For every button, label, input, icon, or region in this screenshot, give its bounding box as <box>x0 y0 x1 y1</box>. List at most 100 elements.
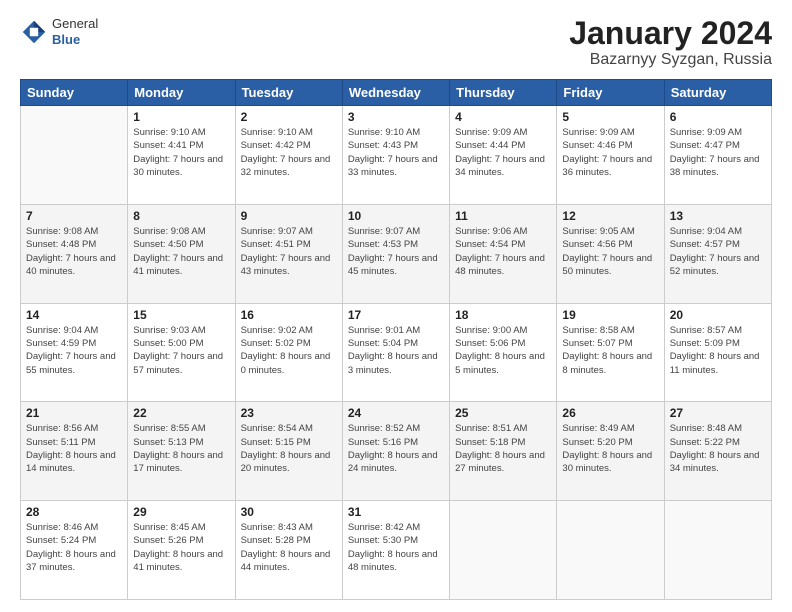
day-info: Sunrise: 9:09 AMSunset: 4:47 PMDaylight:… <box>670 126 766 179</box>
day-info: Sunrise: 8:42 AMSunset: 5:30 PMDaylight:… <box>348 521 444 574</box>
calendar-cell: 17 Sunrise: 9:01 AMSunset: 5:04 PMDayligh… <box>342 303 449 402</box>
day-number: 13 <box>670 209 766 223</box>
day-info: Sunrise: 9:10 AMSunset: 4:42 PMDaylight:… <box>241 126 337 179</box>
day-number: 7 <box>26 209 122 223</box>
day-info: Sunrise: 9:04 AMSunset: 4:59 PMDaylight:… <box>26 324 122 377</box>
day-number: 11 <box>455 209 551 223</box>
calendar-cell: 7 Sunrise: 9:08 AMSunset: 4:48 PMDaylight… <box>21 204 128 303</box>
calendar-cell: 26 Sunrise: 8:49 AMSunset: 5:20 PMDayligh… <box>557 402 664 501</box>
day-info: Sunrise: 8:43 AMSunset: 5:28 PMDaylight:… <box>241 521 337 574</box>
calendar-cell: 4Sunrise: 9:09 AMSunset: 4:44 PMDaylight… <box>450 106 557 205</box>
day-info: Sunrise: 8:52 AMSunset: 5:16 PMDaylight:… <box>348 422 444 475</box>
calendar-table: SundayMondayTuesdayWednesdayThursdayFrid… <box>20 79 772 600</box>
day-info: Sunrise: 8:51 AMSunset: 5:18 PMDaylight:… <box>455 422 551 475</box>
calendar-cell: 15 Sunrise: 9:03 AMSunset: 5:00 PMDayligh… <box>128 303 235 402</box>
header: General Blue January 2024 Bazarnyy Syzga… <box>20 16 772 69</box>
day-number: 24 <box>348 406 444 420</box>
calendar-cell: 19 Sunrise: 8:58 AMSunset: 5:07 PMDayligh… <box>557 303 664 402</box>
day-info: Sunrise: 8:56 AMSunset: 5:11 PMDaylight:… <box>26 422 122 475</box>
day-info: Sunrise: 8:46 AMSunset: 5:24 PMDaylight:… <box>26 521 122 574</box>
calendar-cell: 2 Sunrise: 9:10 AMSunset: 4:42 PMDaylight… <box>235 106 342 205</box>
logo: General Blue <box>20 16 98 47</box>
logo-icon <box>20 18 48 46</box>
day-number: 31 <box>348 505 444 519</box>
calendar-cell: 9 Sunrise: 9:07 AMSunset: 4:51 PMDaylight… <box>235 204 342 303</box>
day-number: 3 <box>348 110 444 124</box>
calendar-cell: 25Sunrise: 8:51 AMSunset: 5:18 PMDayligh… <box>450 402 557 501</box>
calendar-cell: 13 Sunrise: 9:04 AMSunset: 4:57 PMDayligh… <box>664 204 771 303</box>
day-info: Sunrise: 9:03 AMSunset: 5:00 PMDaylight:… <box>133 324 229 377</box>
day-info: Sunrise: 9:10 AMSunset: 4:43 PMDaylight:… <box>348 126 444 179</box>
day-number: 14 <box>26 308 122 322</box>
calendar-cell <box>664 501 771 600</box>
logo-text: General Blue <box>52 16 98 47</box>
calendar-cell: 23 Sunrise: 8:54 AMSunset: 5:15 PMDayligh… <box>235 402 342 501</box>
day-number: 27 <box>670 406 766 420</box>
day-info: Sunrise: 9:10 AMSunset: 4:41 PMDaylight:… <box>133 126 229 179</box>
calendar-cell: 30 Sunrise: 8:43 AMSunset: 5:28 PMDayligh… <box>235 501 342 600</box>
calendar-cell: 18Sunrise: 9:00 AMSunset: 5:06 PMDayligh… <box>450 303 557 402</box>
day-info: Sunrise: 9:01 AMSunset: 5:04 PMDaylight:… <box>348 324 444 377</box>
calendar-cell: 16 Sunrise: 9:02 AMSunset: 5:02 PMDayligh… <box>235 303 342 402</box>
calendar-header-tuesday: Tuesday <box>235 80 342 106</box>
day-info: Sunrise: 9:09 AMSunset: 4:46 PMDaylight:… <box>562 126 658 179</box>
day-info: Sunrise: 8:48 AMSunset: 5:22 PMDaylight:… <box>670 422 766 475</box>
calendar-cell <box>21 106 128 205</box>
calendar-cell: 11Sunrise: 9:06 AMSunset: 4:54 PMDayligh… <box>450 204 557 303</box>
day-number: 10 <box>348 209 444 223</box>
day-number: 29 <box>133 505 229 519</box>
title-block: January 2024 Bazarnyy Syzgan, Russia <box>569 16 772 69</box>
day-number: 22 <box>133 406 229 420</box>
calendar-week-row: 7 Sunrise: 9:08 AMSunset: 4:48 PMDaylight… <box>21 204 772 303</box>
day-info: Sunrise: 9:04 AMSunset: 4:57 PMDaylight:… <box>670 225 766 278</box>
day-number: 12 <box>562 209 658 223</box>
day-info: Sunrise: 8:49 AMSunset: 5:20 PMDaylight:… <box>562 422 658 475</box>
calendar-header-monday: Monday <box>128 80 235 106</box>
calendar-cell: 3 Sunrise: 9:10 AMSunset: 4:43 PMDaylight… <box>342 106 449 205</box>
day-info: Sunrise: 9:07 AMSunset: 4:53 PMDaylight:… <box>348 225 444 278</box>
calendar-cell: 8 Sunrise: 9:08 AMSunset: 4:50 PMDaylight… <box>128 204 235 303</box>
calendar-cell: 1 Sunrise: 9:10 AMSunset: 4:41 PMDaylight… <box>128 106 235 205</box>
day-number: 26 <box>562 406 658 420</box>
day-number: 21 <box>26 406 122 420</box>
calendar-cell: 29Sunrise: 8:45 AMSunset: 5:26 PMDayligh… <box>128 501 235 600</box>
calendar-cell: 6 Sunrise: 9:09 AMSunset: 4:47 PMDaylight… <box>664 106 771 205</box>
day-info: Sunrise: 9:05 AMSunset: 4:56 PMDaylight:… <box>562 225 658 278</box>
calendar-header-saturday: Saturday <box>664 80 771 106</box>
calendar-cell <box>450 501 557 600</box>
day-number: 17 <box>348 308 444 322</box>
day-number: 20 <box>670 308 766 322</box>
day-info: Sunrise: 9:07 AMSunset: 4:51 PMDaylight:… <box>241 225 337 278</box>
day-number: 1 <box>133 110 229 124</box>
day-number: 16 <box>241 308 337 322</box>
day-number: 23 <box>241 406 337 420</box>
day-info: Sunrise: 9:09 AMSunset: 4:44 PMDaylight:… <box>455 126 551 179</box>
day-number: 6 <box>670 110 766 124</box>
calendar-cell: 27 Sunrise: 8:48 AMSunset: 5:22 PMDayligh… <box>664 402 771 501</box>
main-title: January 2024 <box>569 16 772 51</box>
day-number: 18 <box>455 308 551 322</box>
day-number: 19 <box>562 308 658 322</box>
calendar-cell <box>557 501 664 600</box>
day-info: Sunrise: 9:08 AMSunset: 4:48 PMDaylight:… <box>26 225 122 278</box>
day-info: Sunrise: 9:02 AMSunset: 5:02 PMDaylight:… <box>241 324 337 377</box>
calendar-header-friday: Friday <box>557 80 664 106</box>
calendar-cell: 20Sunrise: 8:57 AMSunset: 5:09 PMDayligh… <box>664 303 771 402</box>
calendar-header-sunday: Sunday <box>21 80 128 106</box>
day-number: 5 <box>562 110 658 124</box>
calendar-cell: 31 Sunrise: 8:42 AMSunset: 5:30 PMDayligh… <box>342 501 449 600</box>
calendar-cell: 10 Sunrise: 9:07 AMSunset: 4:53 PMDayligh… <box>342 204 449 303</box>
day-number: 15 <box>133 308 229 322</box>
calendar-week-row: 21 Sunrise: 8:56 AMSunset: 5:11 PMDayligh… <box>21 402 772 501</box>
day-number: 2 <box>241 110 337 124</box>
calendar-header-thursday: Thursday <box>450 80 557 106</box>
calendar-header-wednesday: Wednesday <box>342 80 449 106</box>
day-info: Sunrise: 8:54 AMSunset: 5:15 PMDaylight:… <box>241 422 337 475</box>
calendar-cell: 5 Sunrise: 9:09 AMSunset: 4:46 PMDaylight… <box>557 106 664 205</box>
day-info: Sunrise: 8:58 AMSunset: 5:07 PMDaylight:… <box>562 324 658 377</box>
day-number: 30 <box>241 505 337 519</box>
day-number: 8 <box>133 209 229 223</box>
day-number: 9 <box>241 209 337 223</box>
day-info: Sunrise: 9:08 AMSunset: 4:50 PMDaylight:… <box>133 225 229 278</box>
calendar-cell: 14 Sunrise: 9:04 AMSunset: 4:59 PMDayligh… <box>21 303 128 402</box>
